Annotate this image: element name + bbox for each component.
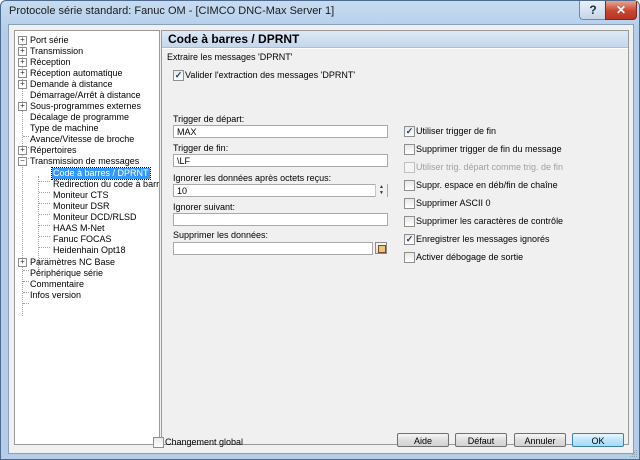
- folder-icon: [378, 245, 386, 253]
- help-button[interactable]: Aide: [397, 433, 449, 447]
- tree-item-label: Réception automatique: [30, 68, 123, 78]
- tree-item-label: Heidenhain Opt18: [53, 245, 126, 255]
- tree-item-label: Démarrage/Arrêt à distance: [30, 90, 141, 100]
- delete-data-label: Supprimer les données:: [173, 230, 269, 240]
- tree-item-label: Paramètres NC Base: [30, 257, 116, 267]
- option-label[interactable]: Supprimer les caractères de contrôle: [416, 216, 563, 227]
- resize-grip-icon[interactable]: [628, 448, 638, 458]
- expand-icon[interactable]: +: [18, 102, 27, 111]
- end-trigger-label: Trigger de fin:: [173, 143, 229, 153]
- tree-item-label: Commentaire: [30, 279, 85, 289]
- tree-connector: [39, 225, 50, 226]
- tree-item-label: Redirection du code à barres: [53, 179, 160, 189]
- option-checkbox-start-as-end[interactable]: [404, 162, 415, 173]
- option-label[interactable]: Suppr. espace en déb/fin de chaîne: [416, 180, 558, 191]
- ignore-after-stepper[interactable]: ▲ ▼: [375, 184, 387, 197]
- global-change-label[interactable]: Changement global: [165, 437, 243, 447]
- option-label[interactable]: Supprimer trigger de fin du message: [416, 144, 562, 155]
- option-label[interactable]: Enregistrer les messages ignorés: [416, 234, 550, 245]
- close-icon[interactable]: ✕: [605, 1, 637, 20]
- expand-icon[interactable]: +: [18, 47, 27, 56]
- tree-item-label: Transmission: [30, 46, 84, 56]
- tree-item-label: Moniteur DCD/RLSD: [53, 212, 137, 222]
- tree-connector: [39, 214, 50, 215]
- dialog-client-area: + Port série + Transmission + Réception …: [8, 24, 634, 454]
- spin-down-icon[interactable]: ▼: [376, 190, 387, 196]
- title-bar[interactable]: Protocole série standard: Fanuc OM - [CI…: [1, 1, 639, 23]
- tree-item-label: Transmission de messages: [30, 156, 140, 166]
- ignore-after-label: Ignorer les données après octets reçus:: [173, 173, 332, 183]
- enable-dprnt-checkbox[interactable]: ✓: [173, 70, 184, 81]
- tree-item-label: Type de machine: [30, 123, 99, 133]
- tree-item-label: Fanuc FOCAS: [53, 234, 112, 244]
- option-label[interactable]: Supprimer ASCII 0: [416, 198, 491, 209]
- option-checkbox-remove-end-trigger[interactable]: [404, 144, 415, 155]
- tree-item-label: Décalage de programme: [30, 112, 130, 122]
- tree-item-label: Infos version: [30, 290, 82, 300]
- enable-dprnt-label[interactable]: Valider l'extraction des messages 'DPRNT…: [185, 70, 355, 81]
- start-trigger-input[interactable]: MAX: [173, 125, 388, 138]
- tree-item-label: Sous-programmes externes: [30, 101, 142, 111]
- tree-connector: [23, 303, 29, 304]
- tree-item-label: Avance/Vitesse de broche: [30, 134, 135, 144]
- tree-connector: [39, 192, 50, 193]
- expand-icon[interactable]: +: [18, 69, 27, 78]
- expand-icon[interactable]: +: [18, 258, 27, 267]
- tree-item-label: Moniteur DSR: [53, 201, 110, 211]
- dialog-window: Protocole série standard: Fanuc OM - [CI…: [0, 0, 640, 460]
- window-title: Protocole série standard: Fanuc OM - [CI…: [9, 5, 335, 17]
- tree-item-label: Périphérique série: [30, 268, 104, 278]
- tree-connector: [39, 181, 50, 182]
- ignore-after-input[interactable]: 10 ▲ ▼: [173, 184, 388, 197]
- group-caption: Extraire les messages 'DPRNT': [167, 52, 293, 62]
- panel-title: Code à barres / DPRNT: [162, 31, 628, 48]
- tree-connector: [39, 203, 50, 204]
- tree-connector: [39, 247, 50, 248]
- tree-item-label: Moniteur CTS: [53, 190, 109, 200]
- ignore-after-value: 10: [177, 186, 188, 196]
- option-checkbox-save-ignored[interactable]: ✓: [404, 234, 415, 245]
- cancel-button[interactable]: Annuler: [514, 433, 566, 447]
- settings-panel: Code à barres / DPRNT Extraire les messa…: [161, 30, 629, 445]
- option-checkbox-remove-control-chars[interactable]: [404, 216, 415, 227]
- global-change-checkbox[interactable]: [153, 437, 164, 448]
- tree-item-label: Code à barres / DPRNT: [51, 167, 151, 180]
- option-checkbox-remove-ascii0[interactable]: [404, 198, 415, 209]
- expand-icon[interactable]: +: [18, 80, 27, 89]
- option-checkbox-use-end-trigger[interactable]: ✓: [404, 126, 415, 137]
- tree-item-label: Réception: [30, 57, 71, 67]
- option-label[interactable]: Utiliser trigger de fin: [416, 126, 496, 137]
- option-checkbox-trim-spaces[interactable]: [404, 180, 415, 191]
- collapse-icon[interactable]: −: [18, 157, 27, 166]
- option-label[interactable]: Activer débogage de sortie: [416, 252, 523, 263]
- option-checkbox-debug-output[interactable]: [404, 252, 415, 263]
- panel-body: Extraire les messages 'DPRNT' ✓ Valider …: [162, 49, 628, 444]
- tree-item-label: HAAS M-Net: [53, 223, 105, 233]
- ok-button[interactable]: OK: [572, 433, 624, 447]
- tree-connector: [39, 236, 50, 237]
- tree-item-label: Port série: [30, 35, 69, 45]
- default-button[interactable]: Défaut: [455, 433, 507, 447]
- expand-icon[interactable]: +: [18, 36, 27, 45]
- browse-button[interactable]: [375, 242, 387, 254]
- delete-data-input[interactable]: [173, 242, 373, 255]
- expand-icon[interactable]: +: [18, 146, 27, 155]
- expand-icon[interactable]: +: [18, 58, 27, 67]
- end-trigger-input[interactable]: \LF: [173, 154, 388, 167]
- option-label: Utiliser trig. départ comme trig. de fin: [416, 162, 564, 172]
- tree-item-label: Demande à distance: [30, 79, 113, 89]
- tree-item-label: Répertoires: [30, 145, 77, 155]
- help-icon[interactable]: ?: [579, 1, 607, 20]
- ignore-next-input[interactable]: [173, 213, 388, 226]
- ignore-next-label: Ignorer suivant:: [173, 202, 236, 212]
- settings-tree[interactable]: + Port série + Transmission + Réception …: [14, 30, 160, 445]
- start-trigger-label: Trigger de départ:: [173, 114, 245, 124]
